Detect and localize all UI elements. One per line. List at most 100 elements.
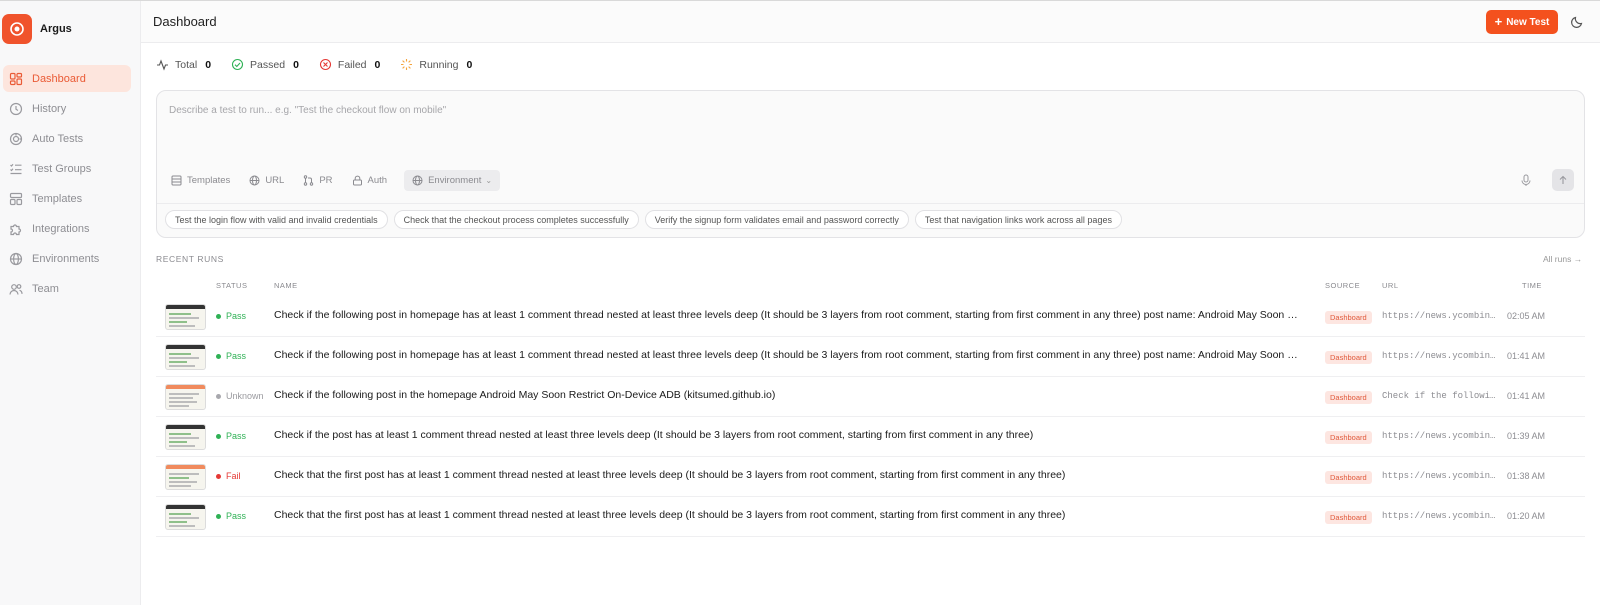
checklist-icon: [9, 162, 23, 176]
column-header-url: URL: [1382, 281, 1399, 290]
run-time: 02:05 AM: [1506, 311, 1545, 321]
stat-value: 0: [374, 58, 381, 71]
stat-failed: Failed 0: [319, 58, 380, 71]
run-time: 01:38 AM: [1506, 471, 1545, 481]
status-badge: Fail: [216, 471, 241, 481]
url-button[interactable]: URL: [247, 170, 291, 191]
stat-label: Failed: [337, 58, 367, 71]
sidebar-item-label: History: [32, 102, 67, 115]
auth-label: Auth: [367, 175, 388, 186]
globe-icon: [412, 175, 423, 186]
app-name: Argus: [40, 23, 72, 35]
sidebar-item-integrations[interactable]: Integrations: [3, 215, 131, 242]
templates-icon: [171, 175, 182, 186]
run-url: https://news.ycombinator.com: [1382, 431, 1498, 441]
stat-label: Total: [175, 58, 198, 71]
check-circle-icon: [231, 58, 244, 71]
status-badge: Pass: [216, 511, 246, 521]
clock-icon: [9, 102, 23, 116]
templates-label: Templates: [187, 175, 231, 186]
run-url: https://news.ycombinator.com: [1382, 311, 1498, 321]
stat-value: 0: [466, 58, 473, 71]
sidebar-item-label: Templates: [32, 192, 83, 205]
table-row[interactable]: Fail Check that the first post has at le…: [156, 457, 1585, 497]
suggestion-chip[interactable]: Verify the signup form validates email a…: [644, 210, 909, 229]
microphone-icon[interactable]: [1520, 174, 1532, 187]
plus-icon: +: [1494, 14, 1503, 29]
run-url: https://news.ycombinator.com: [1382, 511, 1498, 521]
auto-test-icon: [9, 132, 23, 146]
x-circle-icon: [319, 58, 332, 71]
pr-label: PR: [319, 175, 333, 186]
run-url: https://news.ycombinator.com: [1382, 471, 1498, 481]
column-header-time: TIME: [1522, 281, 1542, 290]
column-header-source: SOURCE: [1325, 281, 1361, 290]
stat-running: Running 0: [400, 58, 472, 71]
table-row[interactable]: Pass Check if the following post in home…: [156, 297, 1585, 337]
brand[interactable]: Argus: [2, 14, 72, 44]
stat-value: 0: [205, 58, 212, 71]
status-badge: Pass: [216, 351, 246, 361]
arrow-up-icon: [1558, 175, 1568, 185]
run-thumbnail: [165, 304, 206, 330]
run-name: Check if the following post in homepage …: [274, 349, 1298, 361]
run-name: Check if the following post in homepage …: [274, 309, 1298, 321]
source-badge: Dashboard: [1325, 471, 1372, 484]
moon-icon[interactable]: [1569, 14, 1585, 30]
sidebar-nav: Dashboard History Auto Tests Test Groups: [0, 65, 141, 305]
sidebar-item-test-groups[interactable]: Test Groups: [3, 155, 131, 182]
source-badge: Dashboard: [1325, 351, 1372, 364]
puzzle-icon: [9, 222, 23, 236]
pull-request-icon: [303, 175, 314, 186]
table-row[interactable]: Pass Check if the following post in home…: [156, 337, 1585, 377]
run-time: 01:41 AM: [1506, 351, 1545, 361]
new-test-button[interactable]: + New Test: [1486, 10, 1558, 34]
environment-dropdown[interactable]: Environment ⌄: [404, 170, 501, 191]
sidebar-item-team[interactable]: Team: [3, 275, 131, 302]
run-thumbnail: [165, 504, 206, 530]
stat-total: Total 0: [156, 58, 211, 71]
test-composer: Templates URL PR Auth: [156, 90, 1585, 238]
run-time: 01:41 AM: [1506, 391, 1545, 401]
app-window: Argus Dashboard History Auto Tests Test …: [0, 0, 1600, 605]
column-header-status: STATUS: [216, 281, 248, 290]
sidebar-item-auto-tests[interactable]: Auto Tests: [3, 125, 131, 152]
lock-icon: [352, 175, 363, 186]
environment-label: Environment: [428, 175, 482, 186]
table-row[interactable]: Unknown Check if the following post in t…: [156, 377, 1585, 417]
suggestion-chip[interactable]: Test the login flow with valid and inval…: [165, 210, 388, 229]
team-icon: [9, 282, 23, 296]
table-row[interactable]: Pass Check that the first post has at le…: [156, 497, 1585, 537]
table-row[interactable]: Pass Check if the post has at least 1 co…: [156, 417, 1585, 457]
stat-passed: Passed 0: [231, 58, 299, 71]
sidebar-item-label: Team: [32, 282, 59, 295]
stats-bar: Total 0 Passed 0 Failed 0 Running 0: [156, 58, 492, 71]
all-runs-link[interactable]: All runs →: [1543, 254, 1582, 264]
templates-button[interactable]: Templates: [169, 170, 237, 191]
suggestion-chip[interactable]: Test that navigation links work across a…: [914, 210, 1122, 229]
run-thumbnail: [165, 464, 206, 490]
source-badge: Dashboard: [1325, 311, 1372, 324]
source-badge: Dashboard: [1325, 431, 1372, 444]
sidebar-item-dashboard[interactable]: Dashboard: [3, 65, 131, 92]
run-name: Check if the following post in the homep…: [274, 389, 776, 401]
source-badge: Dashboard: [1325, 391, 1372, 404]
spinner-icon: [400, 58, 413, 71]
suggestion-chip[interactable]: Check that the checkout process complete…: [393, 210, 639, 229]
pr-button[interactable]: PR: [301, 170, 339, 191]
stat-label: Running: [419, 58, 459, 71]
test-prompt-input[interactable]: [169, 105, 1469, 116]
suggestion-chips: Test the login flow with valid and inval…: [165, 210, 1128, 229]
url-label: URL: [265, 175, 285, 186]
run-thumbnail: [165, 424, 206, 450]
send-button[interactable]: [1552, 169, 1574, 191]
sidebar-item-history[interactable]: History: [3, 95, 131, 122]
chevron-down-icon: ⌄: [485, 176, 493, 185]
source-badge: Dashboard: [1325, 511, 1372, 524]
sidebar-item-templates[interactable]: Templates: [3, 185, 131, 212]
run-thumbnail: [165, 344, 206, 370]
argus-logo-icon: [2, 14, 32, 44]
auth-button[interactable]: Auth: [350, 170, 395, 191]
sidebar-item-environments[interactable]: Environments: [3, 245, 131, 272]
sidebar-item-label: Dashboard: [32, 72, 86, 85]
